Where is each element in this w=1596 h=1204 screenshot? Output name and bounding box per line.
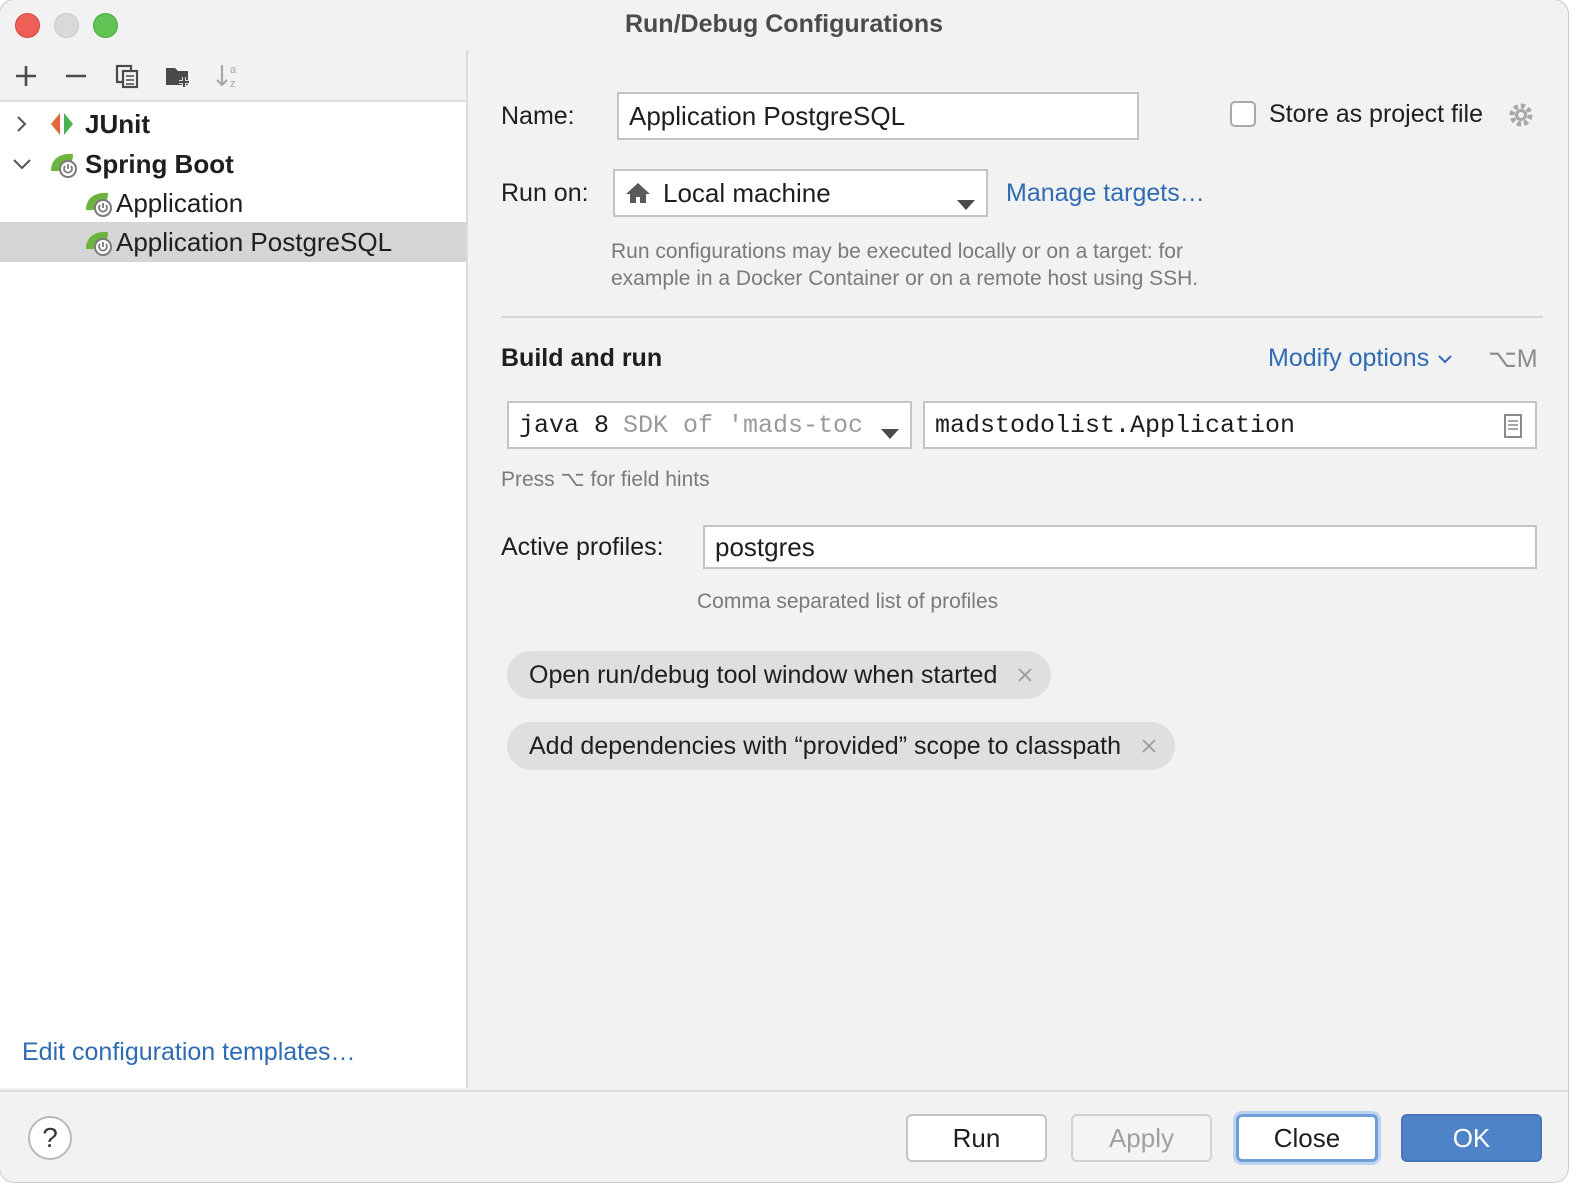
chevron-down-icon: [1437, 354, 1453, 364]
run-button[interactable]: Run: [906, 1114, 1047, 1162]
configuration-form: Name: Application PostgreSQL Store as pr…: [468, 50, 1568, 1088]
run-on-dropdown[interactable]: Local machine: [613, 169, 988, 217]
close-button[interactable]: Close: [1236, 1114, 1378, 1162]
close-icon[interactable]: [1139, 736, 1159, 756]
chip-label: Add dependencies with “provided” scope t…: [529, 731, 1122, 760]
jdk-dropdown[interactable]: java 8 SDK of 'mads-toc: [507, 401, 912, 449]
close-icon[interactable]: [1015, 665, 1035, 685]
run-on-label: Run on:: [501, 179, 589, 207]
spring-boot-icon: [48, 149, 78, 179]
chip-label: Open run/debug tool window when started: [529, 660, 998, 689]
tree-label-spring-boot: Spring Boot: [85, 148, 234, 179]
manage-targets-link[interactable]: Manage targets…: [1006, 179, 1205, 208]
gear-icon[interactable]: [1507, 101, 1535, 129]
home-icon: [625, 181, 655, 205]
junit-icon: [48, 109, 78, 139]
store-as-project-file-checkbox[interactable]: [1230, 101, 1256, 127]
chevron-right-icon[interactable]: [12, 114, 32, 134]
dropdown-arrow-icon: [956, 187, 976, 215]
store-as-project-file-label: Store as project file: [1269, 100, 1483, 128]
add-icon[interactable]: [10, 60, 42, 92]
tree-item-application[interactable]: Application: [0, 183, 466, 223]
svg-text:a: a: [230, 64, 237, 76]
active-profiles-label: Active profiles:: [501, 533, 664, 561]
copy-icon[interactable]: [111, 60, 143, 92]
run-on-hint-line-2: example in a Docker Container or on a re…: [611, 267, 1199, 290]
jdk-version: java 8: [519, 410, 610, 440]
chevron-down-icon[interactable]: [12, 154, 32, 174]
main-class-field[interactable]: madstodolist.Application: [923, 401, 1537, 449]
modify-options-label: Modify options: [1268, 344, 1430, 372]
tree-label-junit: JUnit: [85, 108, 150, 139]
edit-configuration-templates-link[interactable]: Edit configuration templates…: [22, 1038, 356, 1067]
spring-boot-config-icon: [83, 188, 113, 218]
field-hints-text: Press ⌥ for field hints: [501, 468, 710, 491]
run-on-value: Local machine: [663, 177, 831, 208]
section-divider: [501, 316, 1543, 318]
configurations-sidebar: az JUnit Spring Boot Application Applica…: [0, 50, 468, 1088]
help-button[interactable]: ?: [28, 1116, 72, 1160]
apply-button[interactable]: Apply: [1071, 1114, 1212, 1162]
ok-button[interactable]: OK: [1401, 1114, 1542, 1162]
run-debug-dialog: Run/Debug Configurations az JUnit Spring…: [0, 0, 1568, 1182]
jdk-detail: SDK of 'mads-toc: [623, 410, 864, 440]
build-and-run-heading: Build and run: [501, 344, 663, 372]
sort-icon[interactable]: az: [213, 60, 245, 92]
tree-node-junit[interactable]: JUnit: [0, 104, 466, 144]
remove-icon[interactable]: [60, 60, 92, 92]
name-field[interactable]: Application PostgreSQL: [617, 92, 1139, 140]
modify-options-shortcut: ⌥M: [1488, 345, 1538, 373]
window-title: Run/Debug Configurations: [624, 10, 944, 38]
new-folder-icon[interactable]: [162, 60, 194, 92]
title-bar: Run/Debug Configurations: [0, 0, 1568, 50]
modify-options-link[interactable]: Modify options: [1268, 344, 1453, 373]
svg-text:z: z: [230, 78, 236, 90]
option-chip-open-tool-window: Open run/debug tool window when started: [507, 651, 1052, 699]
active-profiles-hint: Comma separated list of profiles: [697, 590, 999, 613]
dialog-footer: ? Run Apply Close OK: [0, 1090, 1568, 1182]
run-on-hint-line-1: Run configurations may be executed local…: [611, 240, 1183, 263]
spring-boot-config-icon: [83, 227, 113, 257]
tree-label-application: Application: [116, 187, 244, 218]
name-label: Name:: [501, 102, 575, 130]
option-chip-add-provided-dependencies: Add dependencies with “provided” scope t…: [507, 722, 1176, 770]
sidebar-toolbar: az: [0, 50, 466, 102]
browse-class-icon[interactable]: [1503, 413, 1523, 447]
tree-item-application-postgresql[interactable]: Application PostgreSQL: [0, 222, 466, 262]
active-profiles-field[interactable]: postgres: [703, 525, 1537, 569]
tree-node-spring-boot[interactable]: Spring Boot: [0, 144, 466, 184]
main-class-value: madstodolist.Application: [935, 410, 1296, 440]
dropdown-arrow-icon: [880, 419, 900, 447]
tree-label-application-postgresql: Application PostgreSQL: [116, 226, 393, 257]
